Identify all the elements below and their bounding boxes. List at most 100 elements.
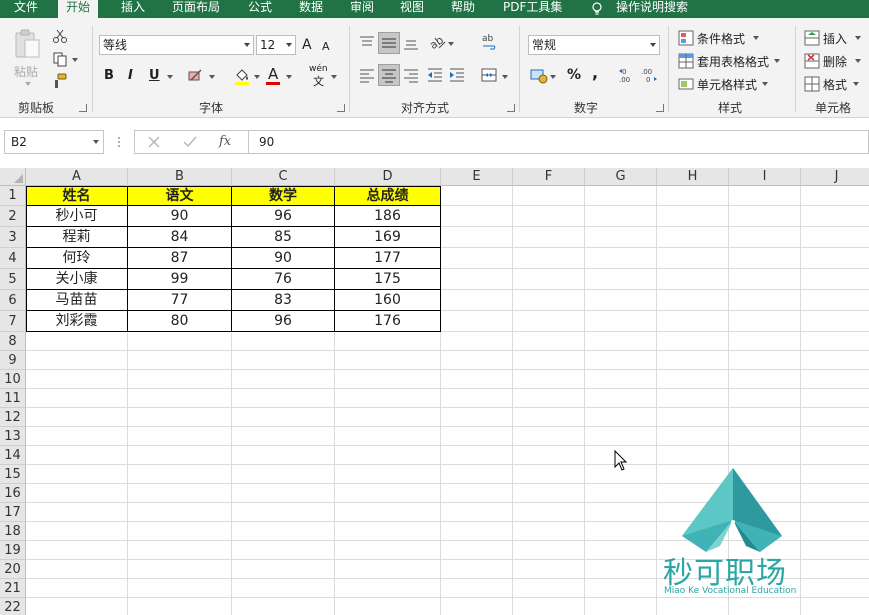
cell-c3[interactable]: 85 [232,227,335,248]
cell-i5[interactable] [729,269,801,290]
cell-f12[interactable] [513,408,585,427]
cell-c11[interactable] [232,389,335,408]
cell-c7[interactable]: 96 [232,311,335,332]
cell-i4[interactable] [729,248,801,269]
cell-a22[interactable] [26,598,128,615]
delete-dropdown-arrow[interactable] [855,59,861,63]
cell-b15[interactable] [128,465,232,484]
decrease-indent-icon[interactable] [426,66,444,84]
cell-c9[interactable] [232,351,335,370]
row-header-3[interactable]: 3 [0,227,26,248]
phonetic-char[interactable]: 文 [313,73,324,89]
name-box[interactable]: B2 [4,130,104,154]
row-header-1[interactable]: 1 [0,186,26,206]
cell-e3[interactable] [441,227,513,248]
column-header-j[interactable]: J [801,168,869,186]
cell-i12[interactable] [729,408,801,427]
row-header-21[interactable]: 21 [0,579,26,598]
cell-styles-dropdown-arrow[interactable] [762,82,768,86]
cell-a5[interactable]: 关小康 [26,269,128,290]
cell-h12[interactable] [657,408,729,427]
cell-b17[interactable] [128,503,232,522]
cell-e19[interactable] [441,541,513,560]
cell-g9[interactable] [585,351,657,370]
resize-handle-icon[interactable] [116,136,122,148]
cell-f7[interactable] [513,311,585,332]
format-as-table-dropdown-arrow[interactable] [774,59,780,63]
fill-color-dropdown-arrow[interactable] [254,75,260,79]
cell-c6[interactable]: 83 [232,290,335,311]
cell-i8[interactable] [729,332,801,351]
cell-j17[interactable] [801,503,869,522]
cell-g17[interactable] [585,503,657,522]
cell-b16[interactable] [128,484,232,503]
cell-d22[interactable] [335,598,441,615]
cell-d12[interactable] [335,408,441,427]
cell-c8[interactable] [232,332,335,351]
cell-a6[interactable]: 马苗苗 [26,290,128,311]
cell-g12[interactable] [585,408,657,427]
cell-g5[interactable] [585,269,657,290]
number-format-combo[interactable]: 常规 [528,35,660,55]
cell-j19[interactable] [801,541,869,560]
row-header-18[interactable]: 18 [0,522,26,541]
cell-e8[interactable] [441,332,513,351]
copy-icon[interactable] [52,51,68,67]
cell-i9[interactable] [729,351,801,370]
orientation-icon[interactable]: ab [427,32,447,52]
cell-c17[interactable] [232,503,335,522]
cell-d4[interactable]: 177 [335,248,441,269]
cell-a10[interactable] [26,370,128,389]
cell-g10[interactable] [585,370,657,389]
cell-c1[interactable]: 数学 [232,186,335,206]
cell-a21[interactable] [26,579,128,598]
number-format-dropdown-arrow[interactable] [650,43,656,47]
grow-font-button[interactable]: A [302,37,312,53]
cell-h8[interactable] [657,332,729,351]
cell-e20[interactable] [441,560,513,579]
cell-g13[interactable] [585,427,657,446]
accounting-dropdown-arrow[interactable] [550,75,556,79]
align-right-icon[interactable] [402,66,420,84]
cell-a14[interactable] [26,446,128,465]
cell-a16[interactable] [26,484,128,503]
cell-f3[interactable] [513,227,585,248]
cell-e7[interactable] [441,311,513,332]
cell-j11[interactable] [801,389,869,408]
align-top-icon[interactable] [358,34,376,52]
column-header-d[interactable]: D [335,168,441,186]
cell-d17[interactable] [335,503,441,522]
cell-c10[interactable] [232,370,335,389]
cell-j4[interactable] [801,248,869,269]
cell-f22[interactable] [513,598,585,615]
border-dropdown-arrow[interactable] [209,75,215,79]
cell-b7[interactable]: 80 [128,311,232,332]
cell-h11[interactable] [657,389,729,408]
cell-d13[interactable] [335,427,441,446]
tell-me-search[interactable]: 操作说明搜索 [616,0,688,18]
cancel-icon[interactable] [147,135,161,149]
format-dropdown-arrow[interactable] [853,82,859,86]
cell-a11[interactable] [26,389,128,408]
row-header-6[interactable]: 6 [0,290,26,311]
cell-j1[interactable] [801,186,869,206]
cell-h13[interactable] [657,427,729,446]
cell-c19[interactable] [232,541,335,560]
underline-dropdown-arrow[interactable] [167,75,173,79]
cell-g4[interactable] [585,248,657,269]
cell-a15[interactable] [26,465,128,484]
cell-g21[interactable] [585,579,657,598]
paste-dropdown-arrow[interactable] [25,82,31,86]
cell-b6[interactable]: 77 [128,290,232,311]
cell-b14[interactable] [128,446,232,465]
cell-e9[interactable] [441,351,513,370]
cell-e14[interactable] [441,446,513,465]
cell-f13[interactable] [513,427,585,446]
format-as-table-icon[interactable] [678,53,694,69]
cell-c15[interactable] [232,465,335,484]
row-header-9[interactable]: 9 [0,351,26,370]
select-all-corner[interactable] [0,168,26,186]
number-launcher-icon[interactable] [656,104,664,112]
delete-cells-icon[interactable] [804,53,820,69]
row-header-16[interactable]: 16 [0,484,26,503]
